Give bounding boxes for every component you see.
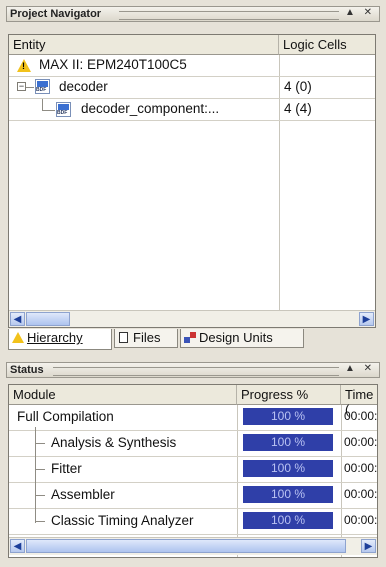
horizontal-scrollbar[interactable]: ◀ ▶ xyxy=(9,537,377,555)
column-header-module[interactable]: Module xyxy=(9,385,237,405)
progress-bar: 100 % xyxy=(243,512,333,529)
navigator-table: Entity Logic Cells MAX II: EPM240T100C5 … xyxy=(8,34,376,328)
time-value: 00:00:0 xyxy=(344,487,377,501)
window-controls[interactable]: ▲ ✕ xyxy=(345,7,375,18)
time-value: 00:00:2 xyxy=(344,409,377,423)
module-name: Analysis & Synthesis xyxy=(51,435,177,450)
time-value: 00:00:0 xyxy=(344,461,377,475)
tab-design-units[interactable]: Design Units xyxy=(180,329,304,348)
module-name: Classic Timing Analyzer xyxy=(51,513,194,528)
tree-connector xyxy=(35,521,45,522)
tree-connector xyxy=(42,99,55,111)
progress-bar: 100 % xyxy=(243,486,333,503)
files-icon xyxy=(118,332,131,344)
column-header-entity[interactable]: Entity xyxy=(9,35,279,55)
tree-connector xyxy=(35,443,45,444)
scrollbar-thumb[interactable] xyxy=(26,312,70,326)
scrollbar-thumb[interactable] xyxy=(26,539,346,553)
column-header-time[interactable]: Time ( xyxy=(341,385,377,417)
table-row[interactable]: Full Compilation 100 % 00:00:2 xyxy=(9,405,377,431)
tab-label: Design Units xyxy=(199,330,273,345)
tab-label: Files xyxy=(133,330,161,345)
logic-cells-value: 4 (0) xyxy=(284,79,312,94)
entity-name: MAX II: EPM240T100C5 xyxy=(39,57,187,72)
table-row[interactable]: − decoder 4 (0) xyxy=(9,77,375,99)
status-title: Status xyxy=(10,364,44,376)
tab-label: Hierarchy xyxy=(27,330,83,345)
project-navigator-titlebar[interactable]: Project Navigator ▲ ✕ xyxy=(6,6,380,22)
logic-cells-value: 4 (4) xyxy=(284,101,312,116)
project-navigator-title: Project Navigator xyxy=(10,8,102,20)
status-table: Module Progress % Time ( Full Compilatio… xyxy=(8,384,378,558)
bdf-icon xyxy=(35,79,50,94)
column-header-progress[interactable]: Progress % xyxy=(237,385,341,405)
module-name: Assembler xyxy=(51,487,115,502)
table-row[interactable]: Fitter 100 % 00:00:0 xyxy=(9,457,377,483)
entity-name: decoder xyxy=(59,79,108,94)
progress-bar: 100 % xyxy=(243,460,333,477)
bdf-icon xyxy=(56,102,71,117)
design-units-icon xyxy=(184,332,197,344)
collapse-tree-icon[interactable]: − xyxy=(17,82,26,91)
time-value: 00:00:0 xyxy=(344,513,377,527)
tree-connector xyxy=(26,87,34,88)
warning-icon xyxy=(12,332,25,344)
status-titlebar[interactable]: Status ▲ ✕ xyxy=(6,362,380,378)
window-controls[interactable]: ▲ ✕ xyxy=(345,363,375,374)
scroll-right-icon[interactable]: ▶ xyxy=(359,312,374,326)
tree-connector xyxy=(35,427,36,523)
module-name: Full Compilation xyxy=(17,409,114,424)
entity-name: decoder_component:... xyxy=(81,101,220,116)
progress-bar: 100 % xyxy=(243,408,333,425)
status-panel: Status ▲ ✕ Module Progress % Time ( Full… xyxy=(6,362,380,562)
table-row[interactable]: Analysis & Synthesis 100 % 00:00:0 xyxy=(9,431,377,457)
column-header-logic-cells[interactable]: Logic Cells xyxy=(279,35,375,55)
scroll-left-icon[interactable]: ◀ xyxy=(10,539,25,553)
tab-files[interactable]: Files xyxy=(114,329,178,348)
column-header-progress-label: Progress % xyxy=(241,387,309,402)
project-navigator-panel: Project Navigator ▲ ✕ Entity Logic Cells… xyxy=(6,6,380,356)
table-row[interactable]: Assembler 100 % 00:00:0 xyxy=(9,483,377,509)
table-row[interactable]: decoder_component:... 4 (4) xyxy=(9,99,375,121)
table-row[interactable]: MAX II: EPM240T100C5 xyxy=(9,55,375,77)
progress-bar: 100 % xyxy=(243,434,333,451)
tree-connector xyxy=(35,469,45,470)
tab-hierarchy[interactable]: Hierarchy xyxy=(8,329,112,350)
titlebar-grip[interactable] xyxy=(119,11,339,20)
titlebar-grip[interactable] xyxy=(53,367,339,376)
time-value: 00:00:0 xyxy=(344,435,377,449)
table-row[interactable]: Classic Timing Analyzer 100 % 00:00:0 xyxy=(9,509,377,535)
horizontal-scrollbar[interactable]: ◀ ▶ xyxy=(9,310,375,327)
tree-connector xyxy=(35,495,45,496)
module-name: Fitter xyxy=(51,461,82,476)
scroll-right-icon[interactable]: ▶ xyxy=(361,539,376,553)
warning-icon xyxy=(17,59,31,72)
scroll-left-icon[interactable]: ◀ xyxy=(10,312,25,326)
